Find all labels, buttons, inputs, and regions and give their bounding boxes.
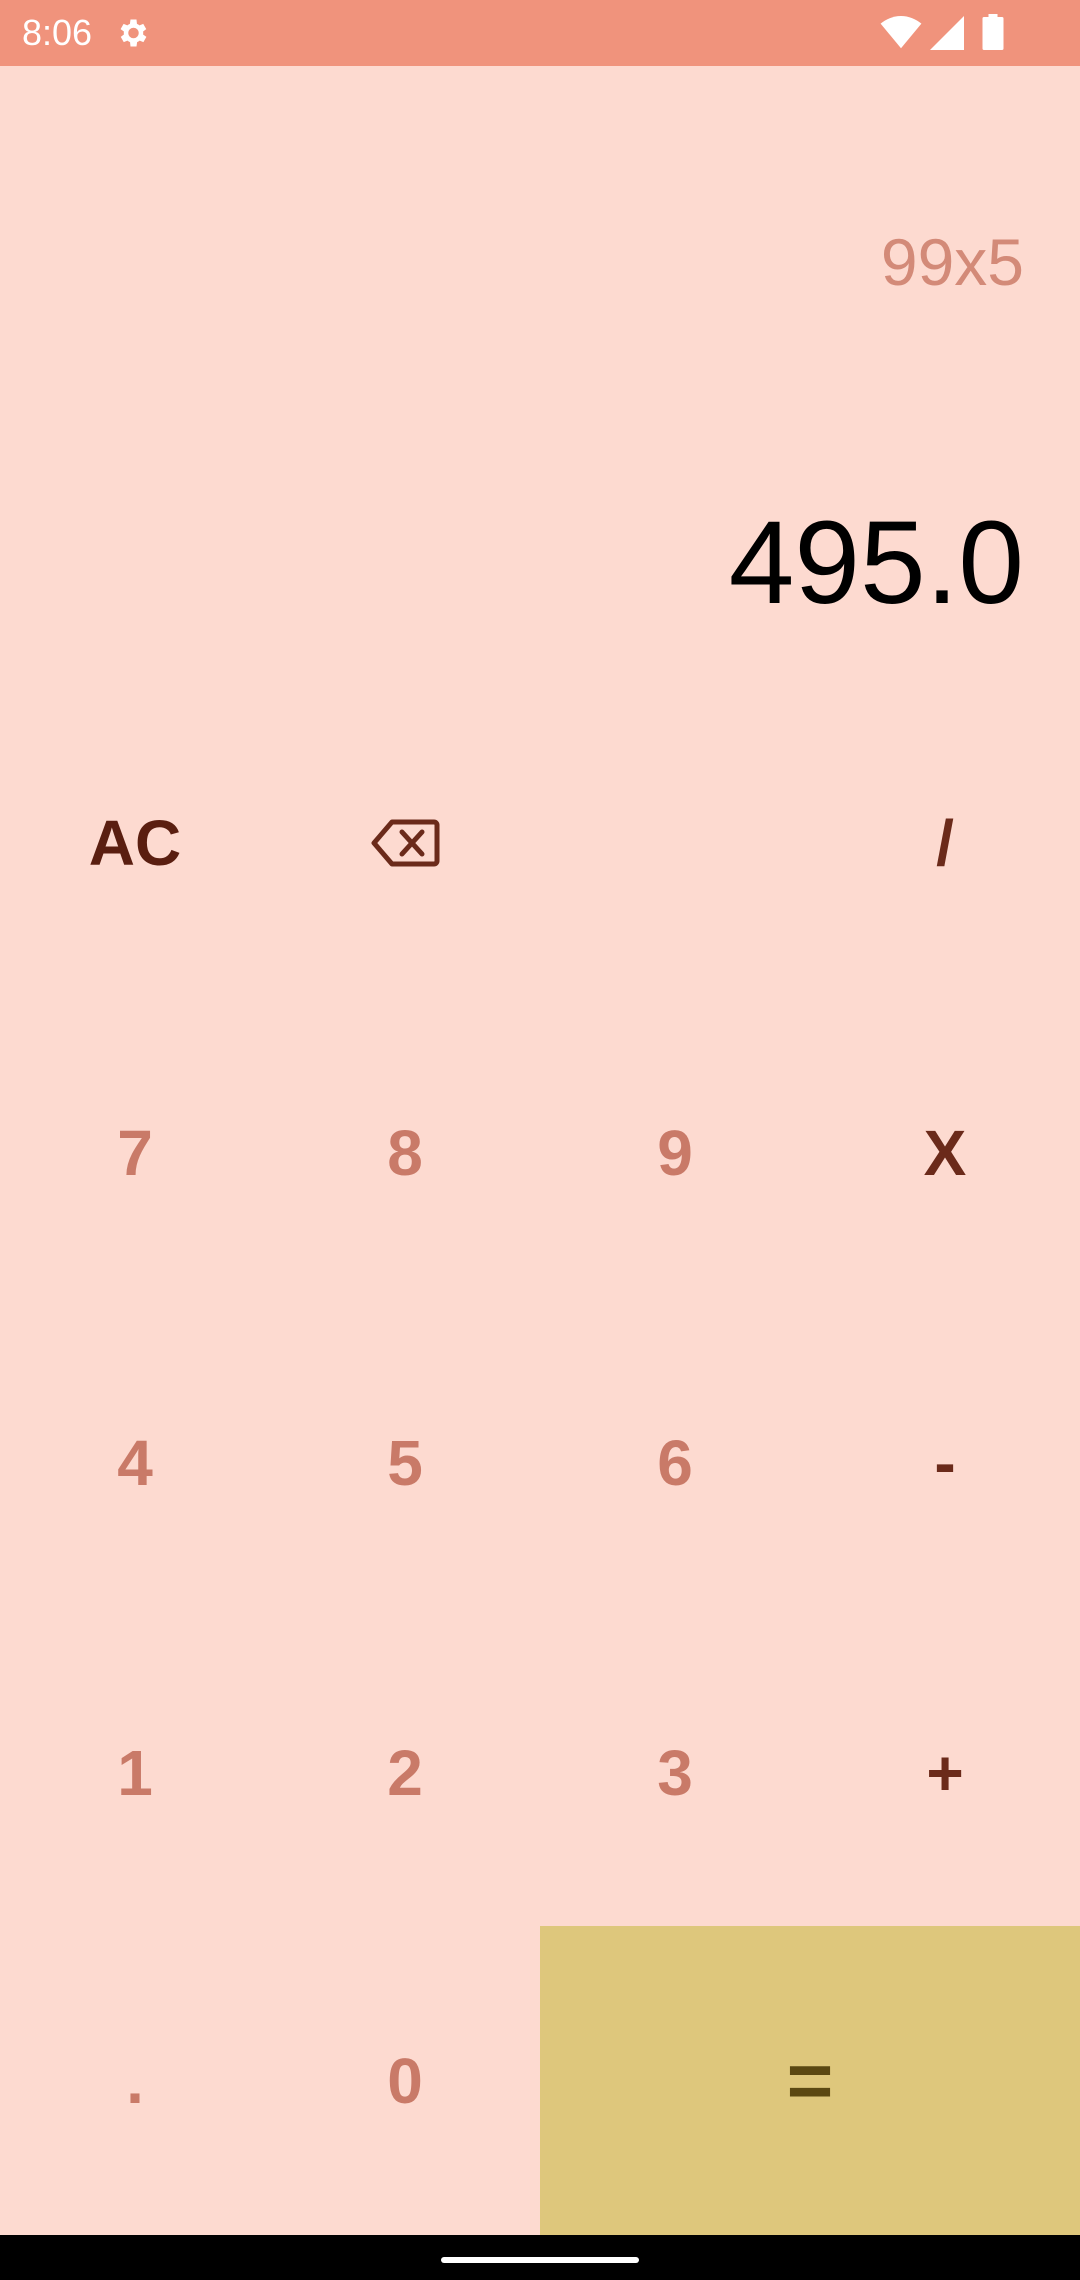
- digit-6-button[interactable]: 6: [540, 1308, 810, 1618]
- equals-button[interactable]: =: [540, 1926, 1080, 2236]
- digit-0-button[interactable]: 0: [270, 1926, 540, 2236]
- digit-2-button[interactable]: 2: [270, 1618, 540, 1928]
- battery-icon: [982, 14, 1004, 50]
- digit-5-button[interactable]: 5: [270, 1308, 540, 1618]
- digit-1-button[interactable]: 1: [0, 1618, 270, 1928]
- signal-icon: [930, 16, 964, 50]
- ac-button[interactable]: AC: [0, 688, 270, 998]
- backspace-icon: [371, 819, 440, 867]
- add-button[interactable]: +: [810, 1618, 1080, 1928]
- digit-4-button[interactable]: 4: [0, 1308, 270, 1618]
- divide-button[interactable]: /: [810, 688, 1080, 998]
- digit-3-button[interactable]: 3: [540, 1618, 810, 1928]
- wifi-icon: [880, 16, 922, 49]
- decimal-point-button[interactable]: .: [0, 1926, 270, 2236]
- expression-display: 99x5: [880, 225, 1024, 299]
- result-display: 495.0: [728, 497, 1024, 629]
- multiply-button[interactable]: X: [810, 998, 1080, 1308]
- subtract-button[interactable]: -: [810, 1308, 1080, 1618]
- status-bar: 8:06: [0, 0, 1080, 66]
- gear-icon: [120, 19, 147, 47]
- home-gesture-handle[interactable]: [441, 2257, 639, 2263]
- backspace-button[interactable]: [270, 688, 540, 998]
- status-time: 8:06: [22, 12, 93, 53]
- digit-9-button[interactable]: 9: [540, 998, 810, 1308]
- digit-7-button[interactable]: 7: [0, 998, 270, 1308]
- digit-8-button[interactable]: 8: [270, 998, 540, 1308]
